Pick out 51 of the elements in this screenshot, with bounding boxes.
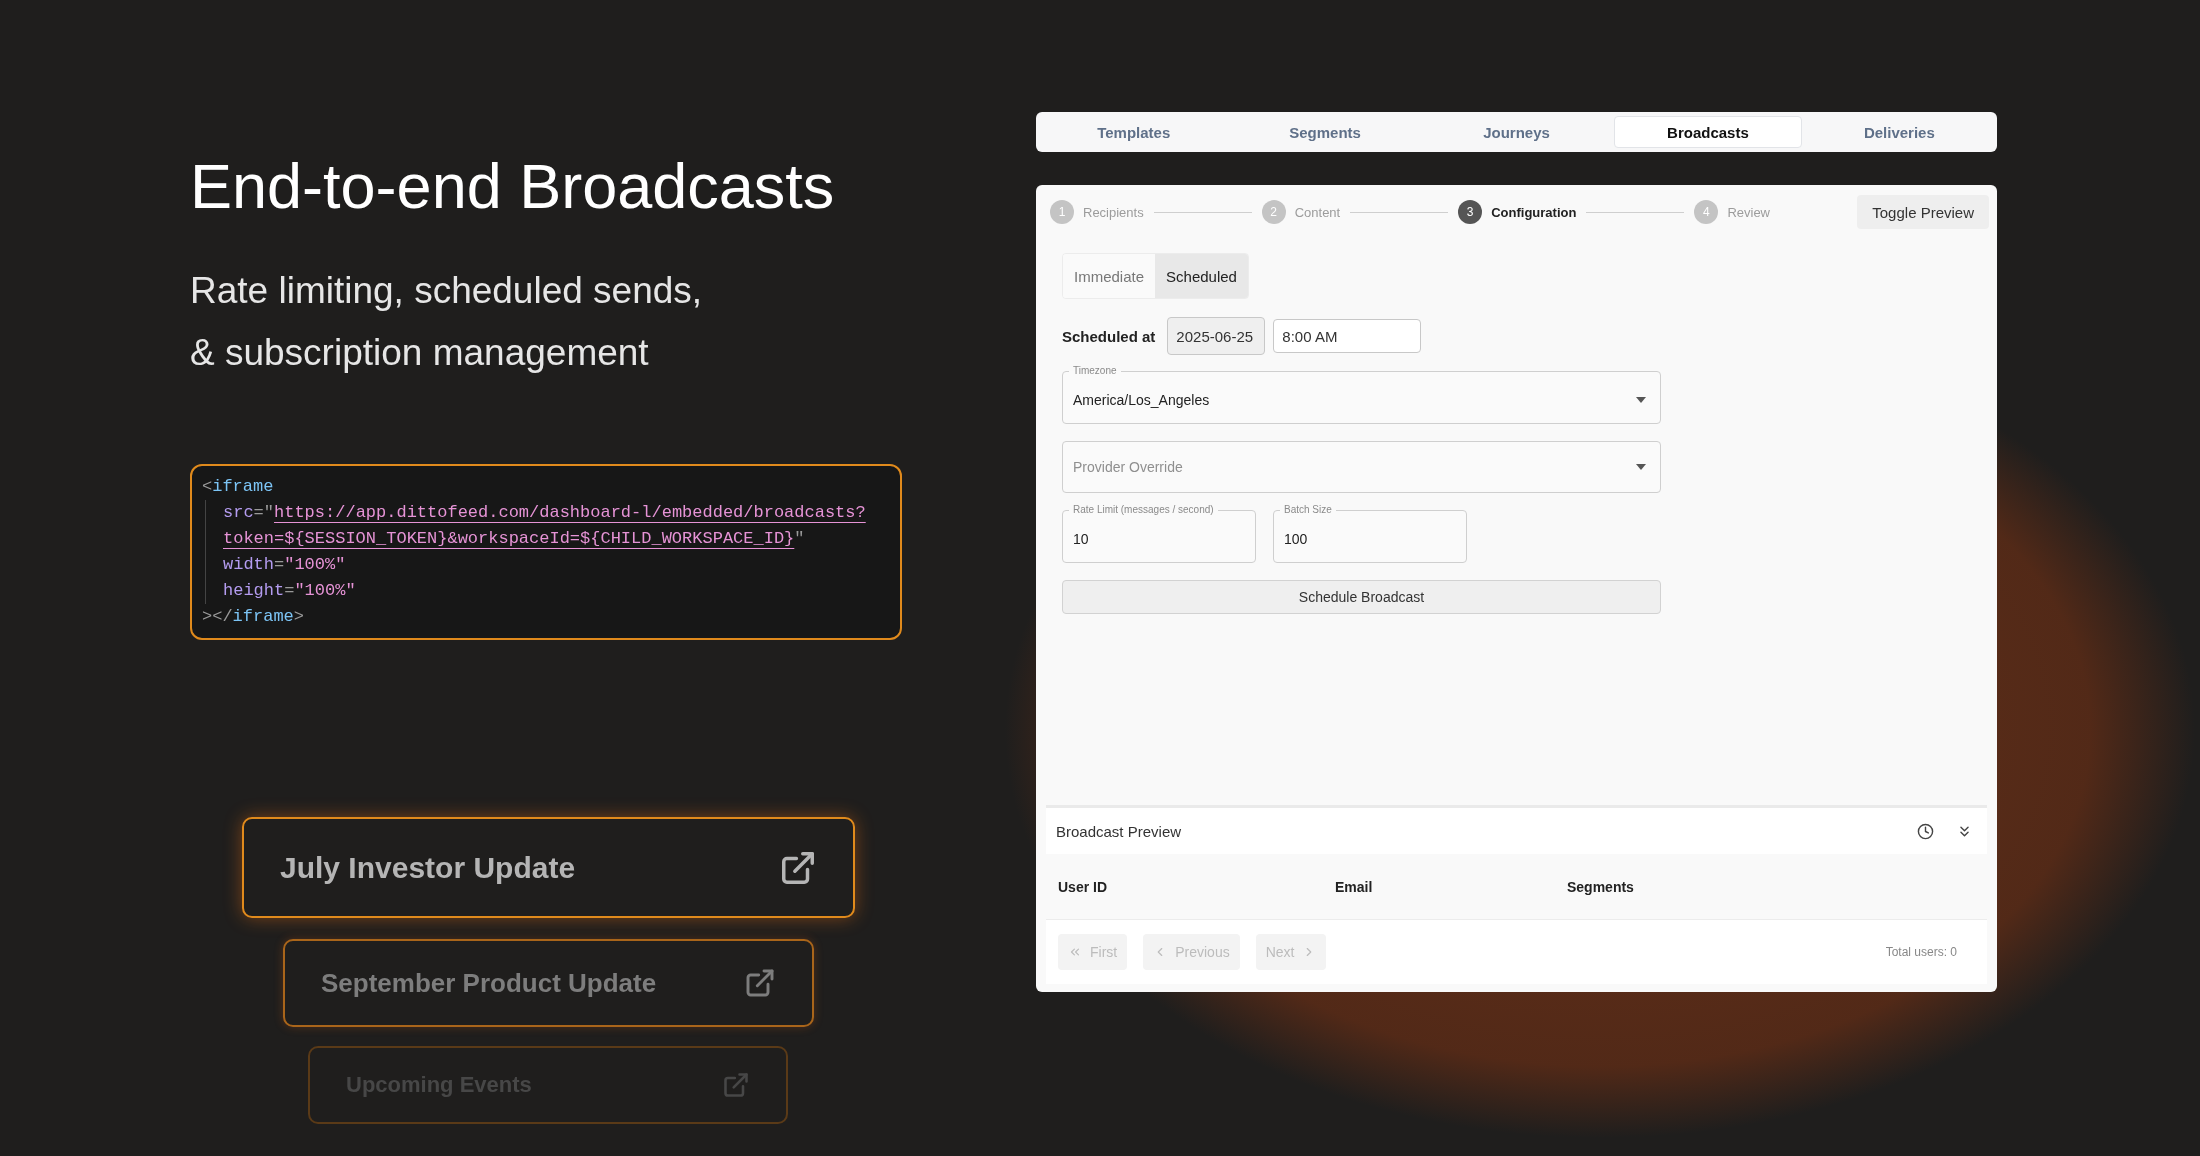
nav-tab[interactable]: Deliveries [1805,116,1994,148]
batch-size-field[interactable]: Batch Size 100 [1273,504,1467,563]
column-header: Segments [1567,878,1635,895]
caret-icon [1636,397,1646,403]
field-label: Batch Size [1283,504,1333,516]
rate-limit-field[interactable]: Rate Limit (messages / second) 10 [1062,504,1256,563]
external-link-icon [722,1071,750,1099]
caret-icon [1636,464,1646,470]
field-label: Timezone [1072,365,1118,377]
preview-title: Broadcast Preview [1056,822,1182,840]
nav-tab[interactable]: Journeys [1422,116,1611,148]
column-header: Email [1335,878,1374,895]
nav-tab[interactable]: Broadcasts [1614,116,1802,148]
step-number: 4 [1694,200,1719,224]
step-number: 1 [1050,200,1074,224]
clock-icon[interactable] [1917,822,1934,840]
schedule-broadcast-button[interactable]: Schedule Broadcast [1062,580,1661,614]
code-line: ></iframe> [202,606,306,628]
code-line: token=${SESSION_TOKEN}&workspaceId=${CHILD_WORKSPACE_ID}" [205,526,890,552]
field-label: Rate Limit (messages / second) [1072,504,1215,516]
hero-subtitle: & subscription management [190,331,650,375]
toggle-preview-button[interactable]: Toggle Preview [1857,195,1989,229]
broadcast-card[interactable]: July Investor Update [242,817,855,918]
code-link[interactable]: https://app.dittofeed.com/dashboard-l/embedded/broadcasts? [274,503,866,522]
code-line: width="100%" [205,552,890,578]
external-link-icon [744,967,776,999]
code-link[interactable]: token=${SESSION_TOKEN}&workspaceId=${CHILD_WORKSPACE_ID} [223,529,795,548]
hero-title: End-to-end Broadcasts [190,150,836,222]
step-number: 3 [1458,200,1483,224]
code-line: height="100%" [205,578,890,604]
step-label: Configuration [1491,204,1577,220]
column-header: User ID [1058,878,1109,895]
step-label: Review [1727,204,1770,220]
field-label: Scheduled at [1062,327,1156,345]
mode-option[interactable]: Scheduled [1155,254,1248,298]
broadcast-card[interactable]: September Product Update [283,939,814,1027]
time-field[interactable]: 8:00 AM [1273,319,1422,353]
hero-subtitle: Rate limiting, scheduled sends, [190,269,704,313]
nav-tab[interactable]: Templates [1040,116,1228,148]
timezone-select[interactable]: Timezone America/Los_Angeles [1062,365,1661,424]
step-label: Recipients [1083,204,1144,220]
code-line: <iframe [202,476,275,498]
total-users: Total users: 0 [1885,945,1957,959]
date-field[interactable]: 2025-06-25 [1167,317,1266,355]
card-title: July Investor Update [280,850,576,885]
step-number: 2 [1261,200,1286,224]
chevrons-left-icon [1068,945,1082,959]
nav-tab[interactable]: Segments [1231,116,1419,148]
card-title: September Product Update [321,967,657,999]
step-label: Content [1294,204,1341,220]
code-line: src="https://app.dittofeed.com/dashboard-l/embedded/broadcasts? [205,500,890,526]
